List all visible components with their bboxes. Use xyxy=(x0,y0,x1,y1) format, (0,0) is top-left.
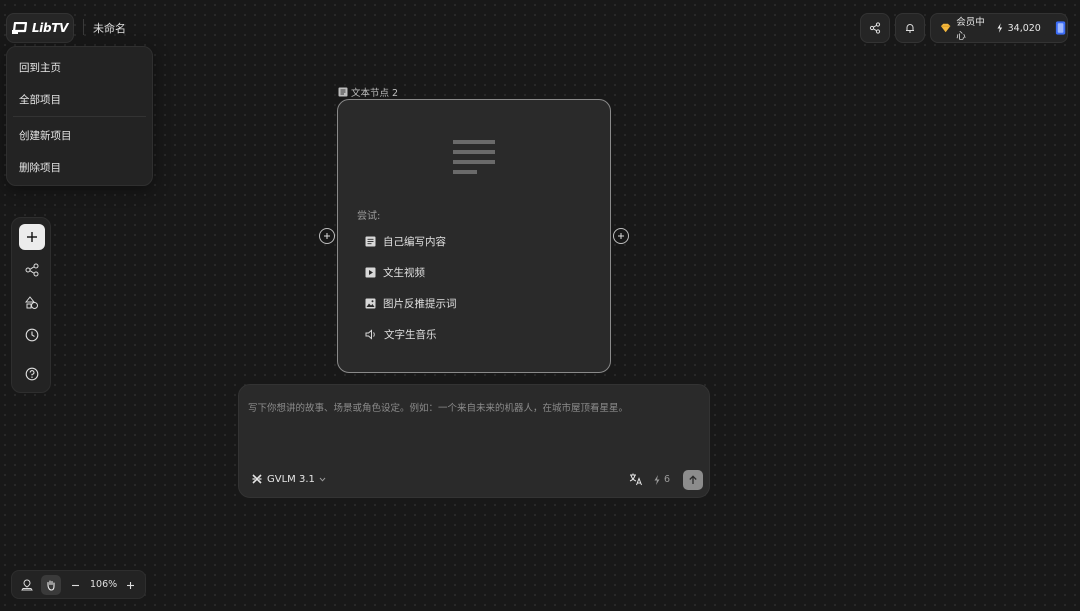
model-logo-icon xyxy=(252,474,262,484)
help-button[interactable] xyxy=(19,361,45,387)
clock-icon xyxy=(25,328,39,342)
menu-item-delete-project[interactable]: 删除项目 xyxy=(19,160,61,175)
hand-icon xyxy=(47,580,55,591)
chevron-down-icon xyxy=(319,477,326,482)
notifications-button[interactable] xyxy=(895,13,925,43)
plus-icon xyxy=(126,581,134,589)
lightning-icon xyxy=(997,23,1003,33)
option-label: 图片反推提示词 xyxy=(383,298,457,310)
text-node-icon xyxy=(338,87,348,97)
option-write-content[interactable]: 自己编写内容 xyxy=(365,234,446,249)
image-icon xyxy=(365,298,376,309)
user-badge-icon xyxy=(1055,21,1066,35)
plus-icon xyxy=(27,232,37,242)
node-input-port[interactable] xyxy=(319,228,335,244)
project-title[interactable]: 未命名 xyxy=(93,20,126,36)
shapes-icon xyxy=(25,296,38,309)
canvas-controls: 106% xyxy=(11,570,146,599)
logo-button[interactable]: LibTV xyxy=(6,13,74,43)
node-label: 文本节点 2 xyxy=(338,85,398,99)
map-button[interactable] xyxy=(17,575,37,595)
option-image-to-prompt[interactable]: 图片反推提示词 xyxy=(365,296,457,311)
project-menu: 回到主页 全部项目 创建新项目 删除项目 xyxy=(6,46,153,186)
text-lines-icon xyxy=(453,140,495,174)
history-button[interactable] xyxy=(19,322,45,348)
zoom-level[interactable]: 106% xyxy=(90,579,117,590)
model-name: GVLM 3.1 xyxy=(267,473,315,485)
translate-button[interactable] xyxy=(629,472,643,486)
left-toolbar xyxy=(11,217,51,393)
text-node-card[interactable]: 尝试: 自己编写内容 文生视频 图片反推提示词 文字生音乐 xyxy=(337,99,611,373)
translate-icon xyxy=(629,473,642,486)
bell-icon xyxy=(906,24,914,33)
speaker-icon xyxy=(365,329,375,340)
workflow-icon xyxy=(25,263,39,277)
credits-count: 34,020 xyxy=(1007,22,1041,34)
member-center-label: 会员中心 xyxy=(956,17,985,42)
option-label: 文字生音乐 xyxy=(384,329,437,341)
generation-cost: 6 xyxy=(654,474,670,485)
plus-icon xyxy=(324,233,330,239)
share-button[interactable] xyxy=(860,13,890,43)
logo-mark-icon xyxy=(11,22,27,34)
option-text-to-video[interactable]: 文生视频 xyxy=(365,265,425,280)
plus-icon xyxy=(618,233,624,239)
member-center-button[interactable]: 会员中心 34,020 xyxy=(930,13,1068,43)
send-button[interactable] xyxy=(683,470,703,490)
cost-value: 6 xyxy=(664,474,671,485)
assets-button[interactable] xyxy=(19,290,45,316)
title-divider xyxy=(83,19,84,35)
add-node-button[interactable] xyxy=(19,224,45,250)
prompt-input[interactable] xyxy=(248,400,698,460)
menu-divider xyxy=(13,116,146,117)
minus-icon xyxy=(71,584,79,586)
option-label: 文生视频 xyxy=(383,267,425,279)
document-icon xyxy=(365,236,376,247)
share-icon xyxy=(869,22,881,34)
logo-text: LibTV xyxy=(31,21,69,35)
zoom-in-button[interactable] xyxy=(120,575,140,595)
pan-tool-button[interactable] xyxy=(41,575,61,595)
node-title: 文本节点 2 xyxy=(351,88,399,99)
video-icon xyxy=(365,267,376,278)
arrow-up-icon xyxy=(689,475,697,484)
lightning-icon xyxy=(654,474,660,485)
try-label: 尝试: xyxy=(357,211,381,222)
gem-icon xyxy=(940,23,951,33)
location-pin-icon xyxy=(21,579,33,591)
workflow-button[interactable] xyxy=(19,257,45,283)
node-output-port[interactable] xyxy=(613,228,629,244)
menu-item-new-project[interactable]: 创建新项目 xyxy=(19,128,72,143)
help-icon xyxy=(25,367,39,381)
model-select[interactable]: GVLM 3.1 xyxy=(251,473,326,485)
option-text-to-music[interactable]: 文字生音乐 xyxy=(365,327,437,342)
prompt-panel: GVLM 3.1 6 xyxy=(238,384,710,498)
menu-item-all-projects[interactable]: 全部项目 xyxy=(19,92,61,107)
option-label: 自己编写内容 xyxy=(383,236,446,248)
menu-item-home[interactable]: 回到主页 xyxy=(19,60,61,75)
zoom-out-button[interactable] xyxy=(65,575,85,595)
